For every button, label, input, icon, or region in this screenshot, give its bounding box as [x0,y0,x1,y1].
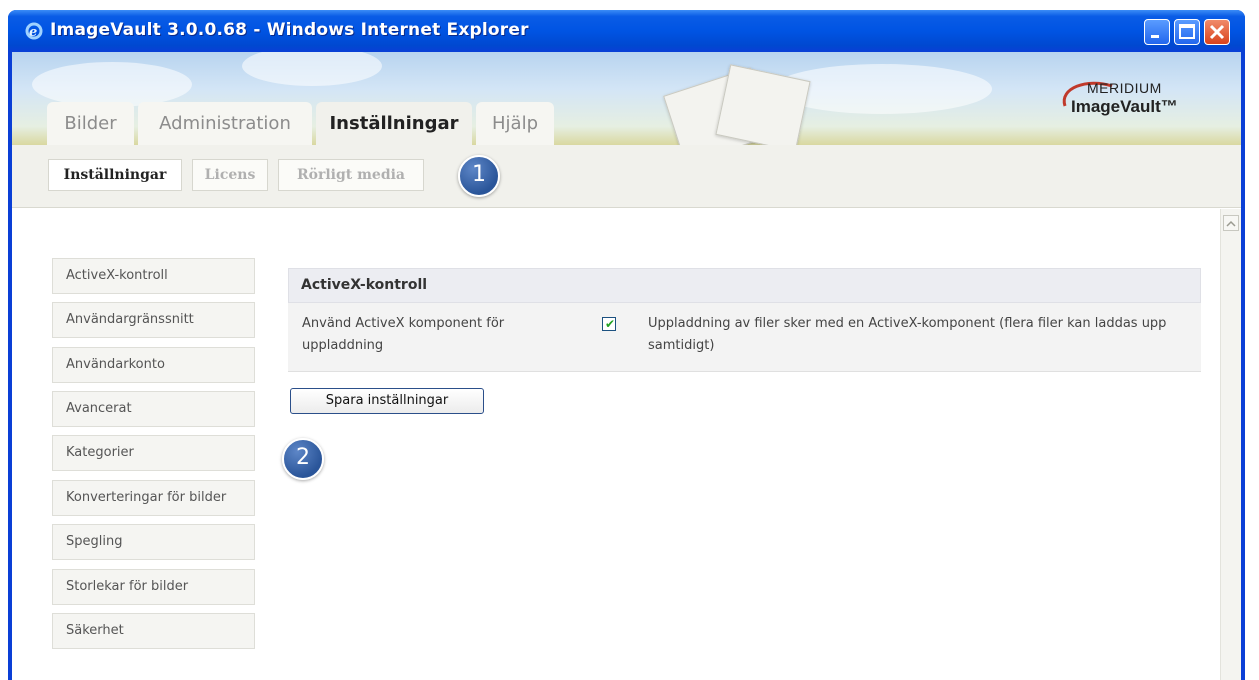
minimize-button[interactable] [1144,19,1170,45]
maximize-button[interactable] [1174,19,1200,45]
tab-administration[interactable]: Administration [138,102,312,145]
subtab-installningar[interactable]: Inställningar [48,159,182,191]
menu-item-anvandargranssnitt[interactable]: Användargränssnitt [52,302,255,338]
setting-label: Använd ActiveX komponent för uppladdning [302,316,505,353]
menu-item-sakerhet[interactable]: Säkerhet [52,613,255,649]
tab-installningar[interactable]: Inställningar [316,102,472,145]
subtab-rorligt-media[interactable]: Rörligt media [278,159,424,191]
close-icon [1209,24,1225,40]
scroll-up-button[interactable] [1223,215,1239,231]
save-settings-button[interactable]: Spara inställningar [290,388,484,414]
setting-description: Uppladdning av filer sker med en ActiveX… [648,316,1167,353]
panel-title: ActiveX-kontroll [288,268,1201,303]
minimize-icon [1151,35,1159,38]
meridium-imagevault-logo: MERIDIUM ImageVault™ [1057,76,1227,126]
svg-text:e: e [29,25,37,40]
menu-item-konverteringar[interactable]: Konverteringar för bilder [52,480,255,516]
browser-window: e ImageVault 3.0.0.68 - Windows Internet… [8,10,1245,680]
callout-badge-2: 2 [282,438,324,480]
menu-item-spegling[interactable]: Spegling [52,524,255,560]
tab-hjalp[interactable]: Hjälp [476,102,554,145]
tab-bilder[interactable]: Bilder [47,102,134,145]
logo-line1: MERIDIUM [1087,80,1162,96]
setting-row: Använd ActiveX komponent för uppladdning… [288,303,1201,372]
maximize-icon [1179,24,1195,39]
logo-line2: ImageVault™ [1071,97,1178,116]
header-banner: MERIDIUM ImageVault™ Bilder Administrati… [12,52,1241,145]
menu-item-activex-kontroll[interactable]: ActiveX-kontroll [52,258,255,294]
menu-item-storlekar[interactable]: Storlekar för bilder [52,569,255,605]
sub-navigation: Inställningar Licens Rörligt media 1 [12,145,1241,208]
menu-item-avancerat[interactable]: Avancerat [52,391,255,427]
banner-cloud [32,62,192,107]
menu-item-kategorier[interactable]: Kategorier [52,435,255,471]
activex-checkbox[interactable]: ✔ [602,317,616,331]
browser-content: MERIDIUM ImageVault™ Bilder Administrati… [12,52,1241,680]
checkmark-icon: ✔ [605,317,616,331]
internet-explorer-icon: e [25,22,43,40]
chevron-up-icon [1226,220,1236,227]
menu-item-anvandarkonto[interactable]: Användarkonto [52,347,255,383]
banner-cloud [242,52,382,86]
subtab-licens[interactable]: Licens [192,159,268,191]
callout-badge-1: 1 [458,155,500,197]
settings-panel: ActiveX-kontroll Använd ActiveX komponen… [288,268,1201,372]
window-title: ImageVault 3.0.0.68 - Windows Internet E… [50,20,529,40]
vertical-scrollbar[interactable] [1220,209,1241,680]
close-button[interactable] [1204,19,1230,45]
title-bar[interactable]: e ImageVault 3.0.0.68 - Windows Internet… [8,10,1245,52]
